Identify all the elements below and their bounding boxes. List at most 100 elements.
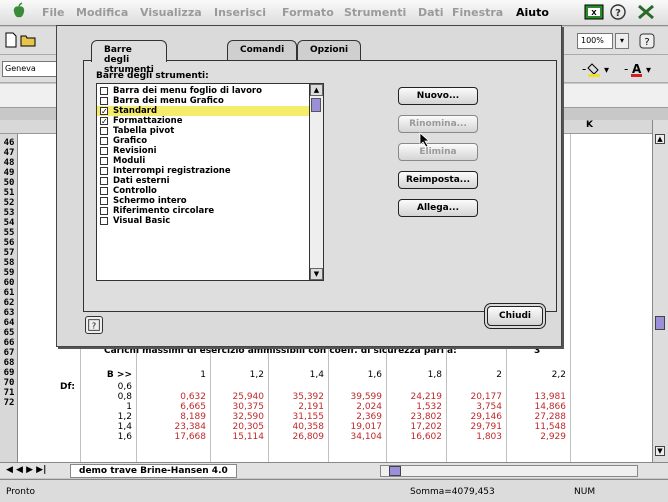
checkbox[interactable]	[100, 127, 108, 135]
value-cell[interactable]: 14,866	[506, 402, 567, 412]
rename-toolbar-button[interactable]: Rinomina...	[398, 115, 478, 133]
scroll-thumb[interactable]	[655, 316, 665, 330]
value-cell[interactable]: 20,177	[446, 392, 503, 402]
reset-toolbar-button[interactable]: Reimposta...	[398, 171, 478, 189]
value-cell[interactable]: 29,791	[446, 422, 503, 432]
df-cell[interactable]: 1,4	[96, 422, 132, 432]
value-cell[interactable]: 8,189	[150, 412, 206, 422]
list-item-selected[interactable]: ✓ Standard	[97, 106, 309, 116]
excel-app-icon[interactable]	[636, 3, 656, 21]
row-number[interactable]: 61	[0, 288, 18, 298]
checkbox[interactable]	[100, 167, 108, 175]
menu-finestra[interactable]: Finestra	[452, 6, 503, 19]
menu-file[interactable]: File	[42, 6, 65, 19]
value-cell[interactable]: 29,146	[446, 412, 503, 422]
value-cell[interactable]: 20,305	[210, 422, 265, 432]
checkbox[interactable]	[100, 97, 108, 105]
value-cell[interactable]: 1,803	[446, 432, 502, 442]
value-cell[interactable]: 17,668	[150, 432, 207, 442]
font-select[interactable]: Geneva	[2, 61, 62, 77]
checkbox[interactable]	[100, 147, 108, 155]
close-button[interactable]: Chiudi	[487, 306, 543, 326]
row-number[interactable]: 53	[0, 208, 18, 218]
column-header-k[interactable]: K	[586, 120, 593, 130]
value-cell[interactable]: 2,369	[328, 412, 382, 422]
checkbox-checked[interactable]: ✓	[100, 117, 108, 126]
value-cell[interactable]: 13,981	[506, 392, 567, 402]
value-cell[interactable]: 26,809	[268, 432, 325, 442]
value-cell[interactable]: 40,358	[268, 422, 325, 432]
sheet-nav-arrows-icon[interactable]: ◀ ◀ ▶ ▶|	[6, 465, 46, 475]
scroll-up-icon[interactable]: ▲	[655, 134, 665, 144]
column-value-cell[interactable]: 1,2	[210, 370, 264, 380]
list-item[interactable]: ✓ Formattazione	[97, 116, 309, 126]
fill-color-icon[interactable]: - ▾	[580, 61, 620, 77]
value-cell[interactable]: 19,017	[328, 422, 383, 432]
menu-formato[interactable]: Formato	[282, 6, 334, 19]
row-number[interactable]: 72	[0, 398, 18, 408]
tab-barre-degli-strumenti[interactable]: Barre degli strumenti	[91, 40, 167, 75]
df-cell[interactable]: 1,6	[96, 432, 132, 442]
delete-toolbar-button[interactable]: Elimina	[398, 143, 478, 161]
df-cell[interactable]: 1,2	[96, 412, 132, 422]
checkbox[interactable]	[100, 157, 108, 165]
value-cell[interactable]: 15,114	[210, 432, 265, 442]
checkbox[interactable]	[100, 177, 108, 185]
value-cell[interactable]: 25,940	[210, 392, 265, 402]
list-item[interactable]: Barra dei menu foglio di lavoro	[97, 86, 309, 96]
new-document-icon[interactable]	[4, 32, 18, 48]
column-value-cell[interactable]: 2	[446, 370, 502, 380]
list-item[interactable]: Controllo	[97, 186, 309, 196]
column-value-cell[interactable]: 1,4	[268, 370, 324, 380]
help-icon[interactable]: ?	[638, 32, 656, 50]
help-balloon-icon[interactable]: ?	[608, 3, 628, 21]
value-cell[interactable]: 3,754	[446, 402, 502, 412]
hscroll-thumb[interactable]	[389, 466, 401, 476]
open-folder-icon[interactable]	[20, 32, 36, 48]
df-cell[interactable]: 0,8	[96, 392, 132, 402]
value-cell[interactable]: 34,104	[328, 432, 383, 442]
menu-modifica[interactable]: Modifica	[76, 6, 128, 19]
sheet-tab[interactable]: demo trave Brine-Hansen 4.0	[70, 464, 237, 478]
value-cell[interactable]: 27,288	[506, 412, 567, 422]
list-item[interactable]: Grafico	[97, 136, 309, 146]
list-item[interactable]: Visual Basic	[97, 216, 309, 226]
row-number[interactable]: 48	[0, 158, 18, 168]
scroll-down-icon[interactable]: ▼	[310, 268, 323, 280]
menu-inserisci[interactable]: Inserisci	[214, 6, 266, 19]
value-cell[interactable]: 32,590	[210, 412, 265, 422]
value-cell[interactable]: 23,384	[150, 422, 207, 432]
list-item[interactable]: Barra dei menu Grafico	[97, 96, 309, 106]
menu-dati[interactable]: Dati	[418, 6, 444, 19]
row-number[interactable]: 59	[0, 268, 18, 278]
row-number[interactable]: 71	[0, 388, 18, 398]
help-icon[interactable]: ?	[85, 316, 103, 334]
apple-menu-icon[interactable]	[12, 2, 26, 20]
value-cell[interactable]: 30,375	[210, 402, 265, 412]
row-number[interactable]: 58	[0, 258, 18, 268]
list-item[interactable]: Dati esterni	[97, 176, 309, 186]
value-cell[interactable]: 6,665	[150, 402, 206, 412]
column-value-cell[interactable]: 2,2	[506, 370, 566, 380]
column-value-cell[interactable]: 1,6	[328, 370, 382, 380]
value-cell[interactable]: 2,024	[328, 402, 382, 412]
scroll-up-icon[interactable]: ▲	[310, 84, 323, 96]
menu-visualizza[interactable]: Visualizza	[140, 6, 202, 19]
tab-comandi[interactable]: Comandi	[227, 40, 298, 60]
checkbox[interactable]	[100, 87, 108, 95]
safety-factor-cell[interactable]: 3	[534, 346, 540, 356]
list-item[interactable]: Revisioni	[97, 146, 309, 156]
row-number[interactable]: 56	[0, 238, 18, 248]
row-number[interactable]: 68	[0, 358, 18, 368]
df-label[interactable]: Df:	[60, 382, 75, 392]
row-number[interactable]: 67	[0, 348, 18, 358]
list-item[interactable]: Moduli	[97, 156, 309, 166]
menu-aiuto[interactable]: Aiuto	[516, 6, 549, 19]
value-cell[interactable]: 23,802	[386, 412, 443, 422]
column-value-cell[interactable]: 1,8	[386, 370, 442, 380]
list-scrollbar[interactable]: ▲ ▼	[309, 84, 323, 280]
row-number[interactable]: 49	[0, 168, 18, 178]
value-cell[interactable]: 39,599	[328, 392, 383, 402]
checkbox[interactable]	[100, 187, 108, 195]
list-item[interactable]: Schermo intero	[97, 196, 309, 206]
